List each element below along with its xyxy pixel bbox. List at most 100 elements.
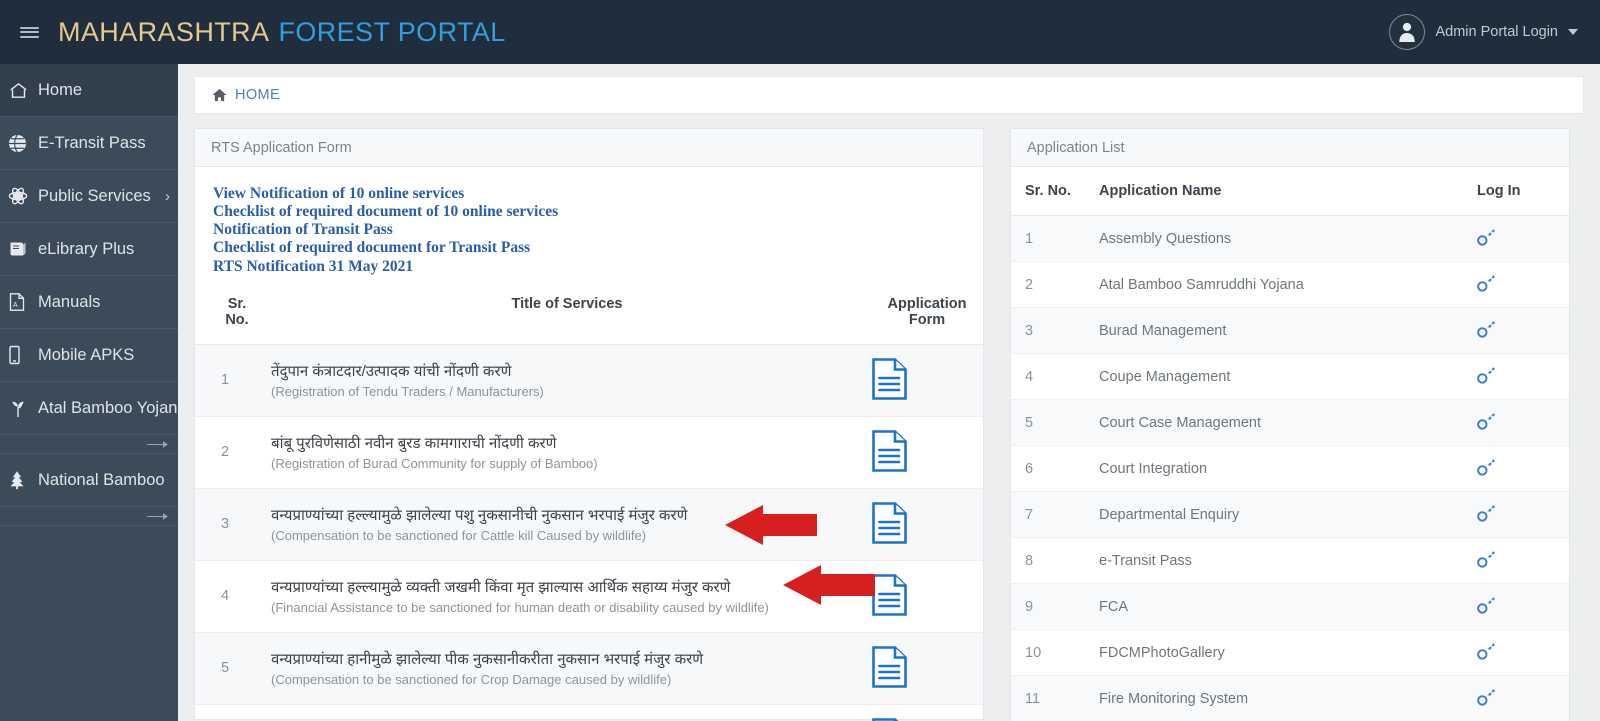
list-item[interactable]: 6 Court Integration [1011, 445, 1569, 492]
sr-line-1: Sr. [227, 295, 247, 312]
app-name: FDCMPhotoGallery [1099, 629, 1477, 676]
table-row[interactable]: 3 वन्यप्राण्यांच्या हल्ल्यामुळे झालेल्या… [195, 488, 983, 561]
list-item[interactable]: 2 Atal Bamboo Samruddhi Yojana [1011, 261, 1569, 308]
service-sr-no: 6 [195, 704, 261, 721]
sidebar-item-label: Public Services [38, 186, 151, 205]
key-icon [1477, 367, 1495, 384]
form-line-1: Application [887, 295, 967, 312]
column-header-title-of-services: Title of Services [261, 281, 863, 345]
key-icon [1477, 413, 1495, 430]
service-title-marathi: बांबू पुरविणेसाठी नवीन बुरड कामगाराची नो… [271, 434, 557, 452]
login-cell[interactable] [1477, 353, 1569, 400]
breadcrumb: HOME [194, 76, 1584, 114]
key-icon [1477, 505, 1495, 522]
services-table-header-row: Sr. No. Title of Services Application Fo… [195, 281, 983, 345]
notification-link[interactable]: View Notification of 10 online services [213, 185, 983, 203]
sidebar-item-manuals[interactable]: A Manuals [0, 276, 178, 329]
app-name: FCA [1099, 583, 1477, 630]
login-cell[interactable] [1477, 307, 1569, 354]
application-form-cell[interactable] [863, 416, 983, 489]
list-item[interactable]: 3 Burad Management [1011, 307, 1569, 354]
app-name: Atal Bamboo Samruddhi Yojana [1099, 261, 1477, 308]
login-cell[interactable] [1477, 629, 1569, 676]
application-list-rows: 1 Assembly Questions 2 Atal Bamboo Samru… [1011, 215, 1569, 721]
app-sr-no: 10 [1011, 629, 1099, 676]
table-row[interactable]: 4 वन्यप्राण्यांच्या हल्ल्यामुळे व्यक्ती … [195, 560, 983, 633]
login-cell[interactable] [1477, 675, 1569, 721]
list-item[interactable]: 4 Coupe Management [1011, 353, 1569, 400]
service-title-marathi: वन्यप्राण्यांच्या हल्ल्यामुळे झालेल्या प… [271, 506, 688, 524]
application-list-body: Sr. No. Application Name Log In 1 Assemb… [1011, 167, 1569, 721]
document-icon [872, 645, 907, 688]
list-item[interactable]: 10 FDCMPhotoGallery [1011, 629, 1569, 676]
sidebar-item-label: eLibrary Plus [38, 239, 135, 258]
svg-text:A: A [13, 302, 18, 309]
sidebar-item-elibrary-plus[interactable]: eLibrary Plus [0, 223, 178, 276]
list-item[interactable]: 8 e-Transit Pass [1011, 537, 1569, 584]
app-name: Departmental Enquiry [1099, 491, 1477, 538]
application-form-cell[interactable] [863, 488, 983, 561]
table-row[interactable]: 1 तेंदुपान कंत्राटदार/उत्पादक यांची नोंद… [195, 344, 983, 417]
hamburger-icon[interactable] [0, 0, 58, 64]
table-row[interactable]: 6 वन्यजीव क्षेत्रात पर्यटन हंगामात फोटोग… [195, 704, 983, 721]
service-sr-no: 2 [195, 416, 261, 489]
login-cell[interactable] [1477, 491, 1569, 538]
service-title-marathi: तेंदुपान कंत्राटदार/उत्पादक यांची नोंदणी… [271, 362, 512, 380]
globe-icon [8, 132, 38, 154]
list-item[interactable]: 7 Departmental Enquiry [1011, 491, 1569, 538]
service-title-english: (Compensation to be sanctioned for Crop … [271, 671, 672, 687]
service-title-english: (Compensation to be sanctioned for Cattl… [271, 527, 647, 543]
brand-title[interactable]: MAHARASHTRA FOREST PORTAL [58, 17, 506, 48]
rts-panel-body: View Notification of 10 online services … [195, 167, 983, 721]
list-item[interactable]: 11 Fire Monitoring System [1011, 675, 1569, 721]
sidebar-expand-arrow-national-bamboo[interactable] [0, 507, 178, 526]
table-row[interactable]: 2 बांबू पुरविणेसाठी नवीन बुरड कामगाराची … [195, 416, 983, 489]
login-cell[interactable] [1477, 537, 1569, 584]
service-sr-no: 3 [195, 488, 261, 561]
login-cell[interactable] [1477, 399, 1569, 446]
admin-portal-login-menu[interactable]: Admin Portal Login [1389, 14, 1600, 50]
app-sr-no: 4 [1011, 353, 1099, 400]
sidebar-item-public-services[interactable]: Public Services › [0, 170, 178, 223]
notification-link[interactable]: Notification of Transit Pass [213, 221, 983, 239]
notification-link[interactable]: Checklist of required document for Trans… [213, 239, 983, 257]
login-cell[interactable] [1477, 215, 1569, 262]
home-icon [212, 88, 227, 102]
list-item[interactable]: 5 Court Case Management [1011, 399, 1569, 446]
application-form-cell[interactable] [863, 632, 983, 705]
application-form-cell[interactable] [863, 704, 983, 721]
sidebar-item-mobile-apks[interactable]: Mobile APKS [0, 329, 178, 382]
document-icon [872, 501, 907, 544]
service-sr-no: 4 [195, 560, 261, 633]
arrow-right-icon [147, 512, 168, 520]
sidebar-item-e-transit-pass[interactable]: E-Transit Pass [0, 117, 178, 170]
list-item[interactable]: 9 FCA [1011, 583, 1569, 630]
login-cell[interactable] [1477, 445, 1569, 492]
app-name: Coupe Management [1099, 353, 1477, 400]
list-item[interactable]: 1 Assembly Questions [1011, 215, 1569, 262]
sidebar-item-home[interactable]: Home [0, 64, 178, 117]
notification-link[interactable]: Checklist of required document of 10 onl… [213, 203, 983, 221]
column-header-sr-no: Sr. No. [1011, 167, 1099, 216]
document-icon [872, 717, 899, 721]
login-cell[interactable] [1477, 261, 1569, 308]
application-form-cell[interactable] [863, 344, 983, 417]
application-form-cell[interactable] [863, 560, 983, 633]
breadcrumb-home-link[interactable]: HOME [235, 87, 280, 103]
key-icon [1477, 275, 1495, 292]
notification-link[interactable]: RTS Notification 31 May 2021 [213, 258, 983, 276]
service-title-cell: तेंदुपान कंत्राटदार/उत्पादक यांची नोंदणी… [261, 344, 863, 417]
app-sr-no: 8 [1011, 537, 1099, 584]
sidebar-item-label: Atal Bamboo Yojana [38, 398, 178, 417]
service-title-english: (Registration of Burad Community for sup… [271, 455, 598, 471]
login-cell[interactable] [1477, 583, 1569, 630]
rts-panel-title: RTS Application Form [195, 129, 983, 167]
sr-line-2: No. [225, 311, 249, 328]
brand-primary-text: MAHARASHTRA [58, 16, 270, 47]
service-title-marathi: वन्यप्राण्यांच्या हल्ल्यामुळे व्यक्ती जख… [271, 578, 731, 596]
table-row[interactable]: 5 वन्यप्राण्यांच्या हानीमुळे झालेल्या पी… [195, 632, 983, 705]
sidebar-item-atal-bamboo-yojana[interactable]: Atal Bamboo Yojana [0, 382, 178, 435]
sidebar-item-national-bamboo[interactable]: National Bamboo [0, 454, 178, 507]
sidebar-expand-arrow-atal-bamboo[interactable] [0, 435, 178, 454]
sidebar-item-label: Mobile APKS [38, 345, 135, 364]
